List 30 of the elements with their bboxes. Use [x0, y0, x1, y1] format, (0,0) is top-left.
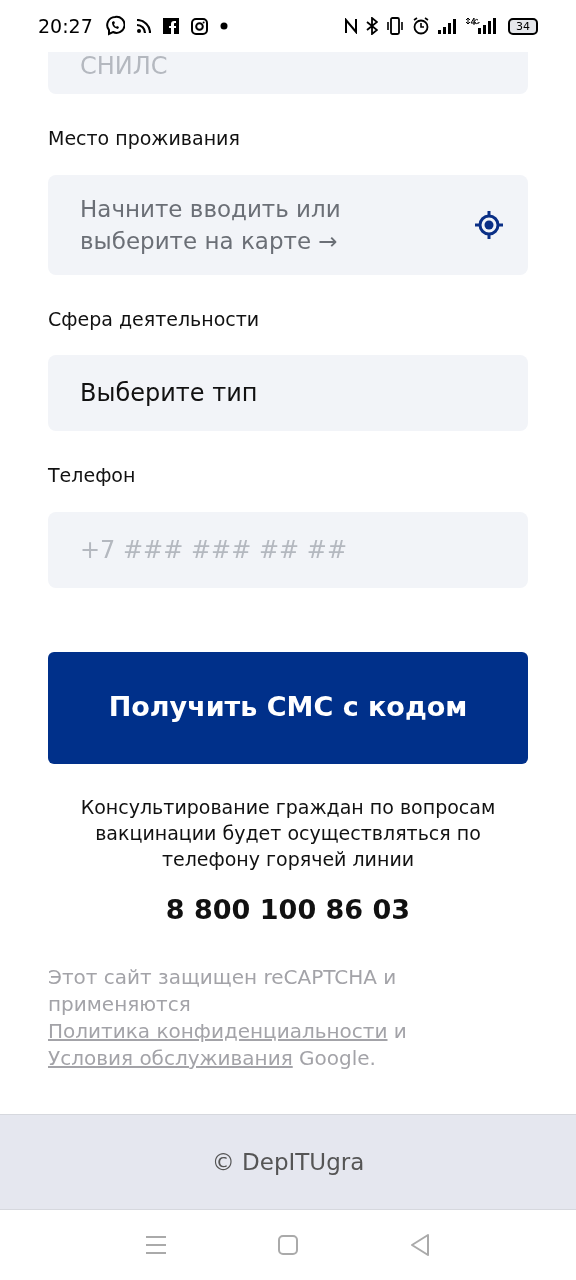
dot-icon [219, 22, 228, 30]
hotline-number: 8 800 100 86 03 [164, 892, 412, 927]
battery-indicator: 34 [508, 17, 538, 35]
facebook-icon [162, 18, 179, 34]
home-icon[interactable] [277, 1234, 299, 1256]
bluetooth-icon [366, 17, 378, 35]
footer-copyright: © DepITUgra [211, 1147, 365, 1177]
type-select[interactable]: Выберите тип [48, 355, 528, 431]
recaptcha-notice: Этот сайт защищен reCAPTCHA и применяются Политика конфиденциальности и Условия обслуживания Google. [48, 964, 408, 1072]
status-time: 20:27 [38, 13, 93, 39]
alarm-icon [412, 17, 430, 35]
back-icon[interactable] [409, 1233, 431, 1257]
snils-field[interactable]: СНИЛС [48, 52, 528, 94]
privacy-policy-link[interactable]: Политика конфиденциальности [48, 1019, 388, 1043]
signal-icon [438, 18, 458, 34]
terms-of-service-link[interactable]: Условия обслуживания [48, 1046, 293, 1070]
submit-button[interactable]: Получить СМС с кодом [48, 651, 528, 764]
phone-field[interactable]: +7 ### ### ## ## [48, 511, 528, 588]
rss-icon [136, 19, 151, 33]
instagram-icon [190, 17, 208, 35]
address-field[interactable]: Начните вводить или выберите на карте → [48, 174, 528, 275]
signal-4g-icon [466, 17, 496, 35]
vibrate-icon [386, 17, 404, 35]
field-label: Сфера деятельности [48, 306, 261, 332]
info-text: Консультирование граждан по вопросам вакцинации будет осуществляться по телефону горячей линии [79, 794, 497, 872]
menu-icon[interactable] [145, 1235, 167, 1255]
field-label: Телефон [48, 463, 137, 488]
nfc-icon [344, 18, 358, 34]
field-label: Место проживания [48, 126, 241, 151]
location-target-icon[interactable] [474, 209, 504, 240]
